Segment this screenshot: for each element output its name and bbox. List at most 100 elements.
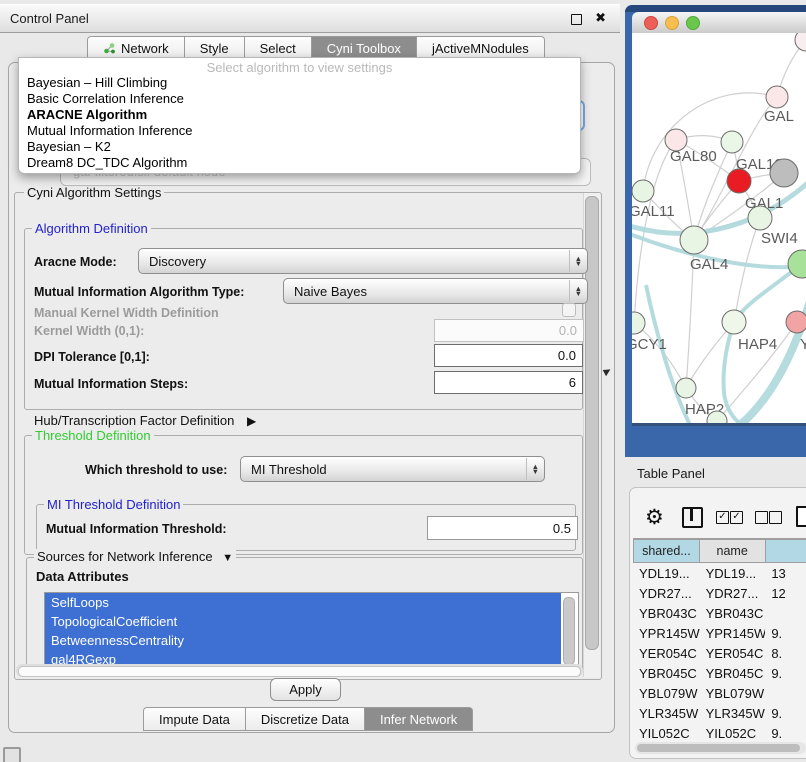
network-node-gal4[interactable] [680, 226, 708, 254]
column-header-extra[interactable] [766, 539, 806, 563]
algorithm-dropdown-items: Bayesian – Hill ClimbingBasic Correlatio… [19, 75, 580, 171]
table-row[interactable]: YBR043CYBR043C [633, 603, 806, 623]
network-window-titlebar[interactable] [632, 12, 806, 34]
attributes-scrollbar-thumb[interactable] [563, 597, 575, 665]
bottom-tab-label: Infer Network [380, 712, 457, 727]
table-row[interactable]: YIL052CYIL052C9. [633, 723, 806, 741]
attribute-item-selfloops[interactable]: SelfLoops [45, 593, 561, 612]
dpi-tolerance-field[interactable]: 0.0 [434, 344, 583, 367]
column-header-name[interactable]: name [700, 539, 766, 563]
table-cell: 9. [765, 703, 806, 723]
network-node[interactable] [770, 159, 798, 187]
column-layout-icon[interactable] [682, 507, 703, 528]
algorithm-option-aracne-algorithm[interactable]: ARACNE Algorithm [19, 107, 580, 123]
algorithm-option-mutual-information-inference[interactable]: Mutual Information Inference [19, 123, 580, 139]
zoom-traffic-light[interactable] [686, 16, 700, 30]
kernel-width-field[interactable]: 0.0 [434, 319, 584, 342]
table-row[interactable]: YBL079WYBL079W [633, 683, 806, 703]
bottom-tab-impute-data[interactable]: Impute Data [143, 707, 246, 731]
document-icon[interactable] [796, 506, 806, 527]
unchecked-column-icon[interactable] [755, 511, 768, 524]
tab-label: Network [121, 41, 169, 56]
algorithm-option-basic-correlation-inference[interactable]: Basic Correlation Inference [19, 91, 580, 107]
unchecked-column-icon[interactable] [769, 511, 782, 524]
network-node-gal11[interactable] [632, 180, 654, 202]
table-row[interactable]: YPR145WYPR145W9. [633, 623, 806, 643]
algorithm-option-dream8-dc-tdc-algorithm[interactable]: Dream8 DC_TDC Algorithm [19, 155, 580, 171]
network-node-hap4[interactable] [722, 310, 746, 334]
table-cell: YPR145W [700, 623, 766, 643]
node-label: Y [800, 336, 806, 353]
settings-hscrollbar-thumb[interactable] [18, 666, 581, 677]
bottom-tab-label: Impute Data [159, 712, 230, 727]
table-cell: YBR045C [633, 663, 700, 683]
float-window-icon[interactable] [571, 14, 582, 25]
checked-column-icon[interactable]: ✓ [716, 511, 729, 524]
threshold-definition-title: Threshold Definition [32, 428, 154, 443]
table-cell: YLR345W [633, 703, 700, 723]
mi-threshold-field[interactable]: 0.5 [427, 516, 578, 540]
network-node-gal10[interactable] [721, 131, 743, 153]
tab-label: Select [260, 41, 296, 56]
table-row[interactable]: YDR27...YDR27...12 [633, 583, 806, 603]
table-cell: YBL079W [633, 683, 700, 703]
network-window-frame-top [625, 5, 806, 12]
table-cell: YDR27... [700, 583, 766, 603]
network-node-hap2[interactable] [676, 378, 696, 398]
mi-type-combo[interactable]: Naive Bayes ▲▼ [283, 278, 588, 304]
bottom-tab-infer-network[interactable]: Infer Network [365, 707, 473, 731]
network-node-gal1[interactable] [727, 169, 751, 193]
combo-arrows-icon: ▲▼ [569, 280, 582, 302]
network-window-shadow [632, 423, 806, 426]
table-cell: YBR043C [700, 603, 766, 623]
hub-definition-label: Hub/Transcription Factor Definition [34, 413, 234, 428]
which-threshold-label: Which threshold to use: [85, 463, 227, 477]
application-root: Control Panel ✖ NetworkStyleSelectCyni T… [0, 0, 806, 762]
network-node-gal[interactable] [766, 86, 788, 108]
algorithm-option-bayesian-k2[interactable]: Bayesian – K2 [19, 139, 580, 155]
table-row[interactable]: YBR045CYBR045C9. [633, 663, 806, 683]
table-row[interactable]: YLR345WYLR345W9. [633, 703, 806, 723]
table-cell: YDL19... [700, 563, 766, 583]
table-hscrollbar-thumb[interactable] [637, 744, 800, 752]
which-threshold-combo[interactable]: MI Threshold ▲▼ [240, 456, 545, 482]
manual-kernel-checkbox[interactable] [562, 303, 576, 317]
table-cell: YER054C [633, 643, 700, 663]
network-node-swi4[interactable] [748, 206, 772, 230]
table-cell: 13 [765, 563, 806, 583]
network-canvas[interactable]: GALGAL80GAL10GAL1GAL11SWI4GAL4GCY1HAP4YH… [632, 33, 806, 423]
expander-expanded-icon: ▼ [222, 552, 233, 564]
table-cell: YDR27... [633, 583, 700, 603]
sources-expander[interactable]: Sources for Network Inference ▼ [34, 549, 236, 564]
network-node-y[interactable] [786, 311, 806, 333]
close-traffic-light[interactable] [644, 16, 658, 30]
algorithm-definition-title: Algorithm Definition [32, 221, 151, 236]
bottom-tab-discretize-data[interactable]: Discretize Data [246, 707, 365, 731]
table-cell: YPR145W [633, 623, 700, 643]
table-row[interactable]: YER054CYER054C8. [633, 643, 806, 663]
hub-definition-expander[interactable]: Hub/Transcription Factor Definition ▶ [34, 413, 256, 428]
cyni-algorithm-settings-title: Cyni Algorithm Settings [24, 185, 164, 200]
aracne-mode-value: Discovery [149, 254, 206, 269]
table-row[interactable]: YDL19...YDL19...13 [633, 563, 806, 583]
which-threshold-value: MI Threshold [251, 462, 327, 477]
checked-column-icon[interactable]: ✓ [730, 511, 743, 524]
mi-steps-field[interactable]: 6 [434, 371, 583, 394]
column-header-shared[interactable]: shared... [633, 539, 700, 563]
table-cell: YBR043C [633, 603, 700, 623]
table-cell: 9. [765, 723, 806, 741]
collapsed-widget-icon[interactable] [3, 747, 21, 762]
attribute-item-betweennesscentrality[interactable]: BetweennessCentrality [45, 631, 561, 650]
attribute-item-topologicalcoefficient[interactable]: TopologicalCoefficient [45, 612, 561, 631]
table-cell: YBR045C [700, 663, 766, 683]
close-icon[interactable]: ✖ [595, 10, 606, 26]
algorithm-option-bayesian-hill-climbing[interactable]: Bayesian – Hill Climbing [19, 75, 580, 91]
minimize-traffic-light[interactable] [665, 16, 679, 30]
mi-type-label: Mutual Information Algorithm Type: [34, 285, 244, 299]
table-cell [765, 603, 806, 623]
aracne-mode-combo[interactable]: Discovery ▲▼ [138, 248, 588, 274]
network-node[interactable] [795, 33, 806, 51]
node-label: GAL11 [632, 203, 675, 220]
apply-button[interactable]: Apply [270, 678, 341, 701]
gear-icon[interactable]: ⚙ [645, 505, 664, 530]
